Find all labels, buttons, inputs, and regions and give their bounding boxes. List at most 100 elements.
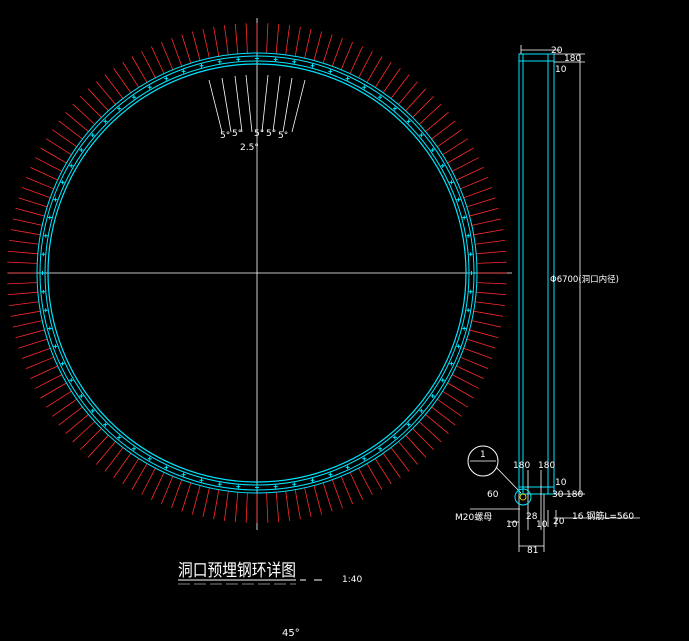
rebar-line <box>131 56 148 83</box>
dim-180-left: 180 <box>513 461 530 471</box>
rebar-line <box>160 41 174 70</box>
rebar-line <box>349 472 364 500</box>
rebar-line <box>21 187 51 199</box>
rebar-line <box>223 491 229 521</box>
bolt-mark <box>466 233 471 238</box>
dim-10-left: 10 <box>506 520 518 530</box>
rebar-line <box>471 320 502 328</box>
bolt-mark <box>199 63 204 68</box>
bolt-mark <box>147 85 152 90</box>
bolt-mark <box>378 95 383 100</box>
rebar-line <box>447 147 474 164</box>
bolt-mark <box>419 133 424 138</box>
bolt-mark <box>131 95 136 100</box>
rebar-line <box>456 365 484 380</box>
rebar-line <box>466 197 496 208</box>
dim-20: 20 <box>553 517 565 527</box>
rebar-line <box>150 46 165 74</box>
bolt-mark <box>103 422 108 427</box>
rebar-line <box>245 23 248 54</box>
rebar-line <box>466 338 496 349</box>
rebar-line <box>45 390 72 408</box>
bolt-mark <box>440 163 445 168</box>
bolt-mark <box>47 326 52 331</box>
rebar-line <box>266 492 269 523</box>
bolt-mark <box>117 435 122 440</box>
rebar-line <box>7 282 38 285</box>
rebar-line <box>313 485 323 515</box>
rebar-line <box>266 23 269 54</box>
bolt-mark <box>103 119 108 124</box>
bolt-mark <box>345 465 350 470</box>
rebar-line <box>451 157 479 172</box>
angle-label-5: 5° <box>278 131 288 141</box>
rebar-line <box>476 291 507 296</box>
rebar-line <box>463 347 493 359</box>
rebar-line <box>340 41 354 70</box>
bolt-mark <box>79 147 84 152</box>
cad-drawing: 5° 5° 5° 5° 5° 2.5° 1 20 10 180 Φ6700(洞口… <box>0 0 689 641</box>
section-dimensions: 20 10 180 Φ6700(洞口内径) 180 180 10 30 180 … <box>455 46 634 556</box>
dim-10-mid: 10 <box>536 520 548 530</box>
rebar-line <box>340 476 354 505</box>
rebar-line <box>7 250 38 255</box>
rebar-line <box>150 472 165 500</box>
rebar-line <box>131 463 148 490</box>
rebar-line <box>294 489 301 520</box>
bolt-mark <box>60 180 65 185</box>
rebar-line <box>460 356 489 370</box>
bolt-mark <box>456 344 461 349</box>
rebar-line <box>475 239 505 245</box>
rebar-line <box>18 197 48 208</box>
rebar-line <box>35 157 63 172</box>
angle-label-1: 5° <box>220 131 230 141</box>
bolt-mark <box>199 478 204 483</box>
bolt-mark <box>292 59 297 64</box>
rebar-line <box>15 207 45 217</box>
bolt-mark <box>468 252 473 257</box>
bolt-mark <box>392 435 397 440</box>
bolt-mark <box>430 394 435 399</box>
bolt-mark <box>90 133 95 138</box>
bolt-mark <box>69 378 74 383</box>
rebar-line <box>141 467 156 495</box>
angle-label-2: 5° <box>232 129 242 139</box>
rebar-line <box>171 479 183 509</box>
bolt-mark <box>469 271 474 275</box>
rebar-line <box>40 382 67 399</box>
drawing-scale: 1:40 <box>342 575 362 585</box>
bolt-mark <box>181 69 186 74</box>
rebar-line <box>275 492 280 523</box>
diameter-label: Φ6700(洞口内径) <box>550 274 619 285</box>
bolt-mark <box>236 484 241 489</box>
bolt-mark <box>449 180 454 185</box>
bolt-mark <box>462 215 467 220</box>
bolt-mark <box>462 326 467 331</box>
bolt-mark <box>79 394 84 399</box>
bolt-mark <box>362 85 367 90</box>
bolt-mark <box>47 215 52 220</box>
rebar-line <box>181 34 192 64</box>
rebar-line <box>30 365 58 380</box>
rebar-line <box>223 25 229 55</box>
bolt-mark <box>60 361 65 366</box>
bolt-mark <box>181 472 186 477</box>
rebar-line <box>304 487 312 518</box>
bolt-mark <box>362 456 367 461</box>
rebar-line <box>294 26 301 57</box>
bolt-mark <box>255 485 259 490</box>
bolt-mark <box>236 57 241 62</box>
bolt-mark <box>406 422 411 427</box>
bolt-mark <box>310 478 315 483</box>
bolt-mark <box>164 76 169 81</box>
rebar-line <box>213 26 220 57</box>
bolt-mark <box>53 197 58 202</box>
rebar-line <box>442 138 469 156</box>
angle-label-4: 5° <box>266 129 276 139</box>
rebar-line <box>322 482 333 512</box>
bolt-mark <box>310 63 315 68</box>
rebar-line <box>442 390 469 408</box>
rebar-line <box>35 374 63 389</box>
dim-180-bottom: 180 <box>566 490 583 500</box>
bolt-mark <box>273 57 278 62</box>
